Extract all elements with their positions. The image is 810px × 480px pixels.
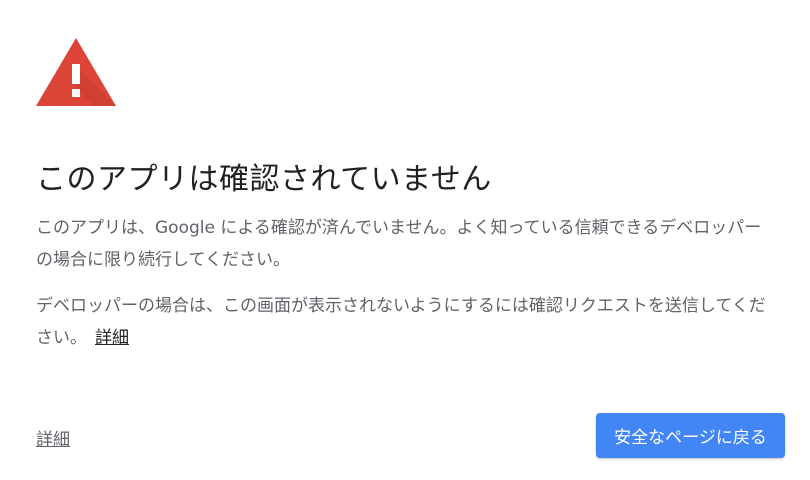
developer-message: デベロッパーの場合は、この画面が表示されないようにするには確認リクエストを送信し…	[36, 290, 778, 354]
developer-message-text: デベロッパーの場合は、この画面が表示されないようにするには確認リクエストを送信し…	[36, 296, 766, 348]
details-link[interactable]: 詳細	[36, 425, 70, 450]
warning-triangle-icon	[34, 36, 118, 108]
unverified-app-message: このアプリは、Google による確認が済んでいません。よく知っている信頼できる…	[36, 218, 762, 270]
page-title: このアプリは確認されていません	[36, 162, 492, 197]
back-to-safety-button[interactable]: 安全なページに戻る	[596, 413, 785, 458]
learn-more-link[interactable]: 詳細	[95, 328, 129, 348]
